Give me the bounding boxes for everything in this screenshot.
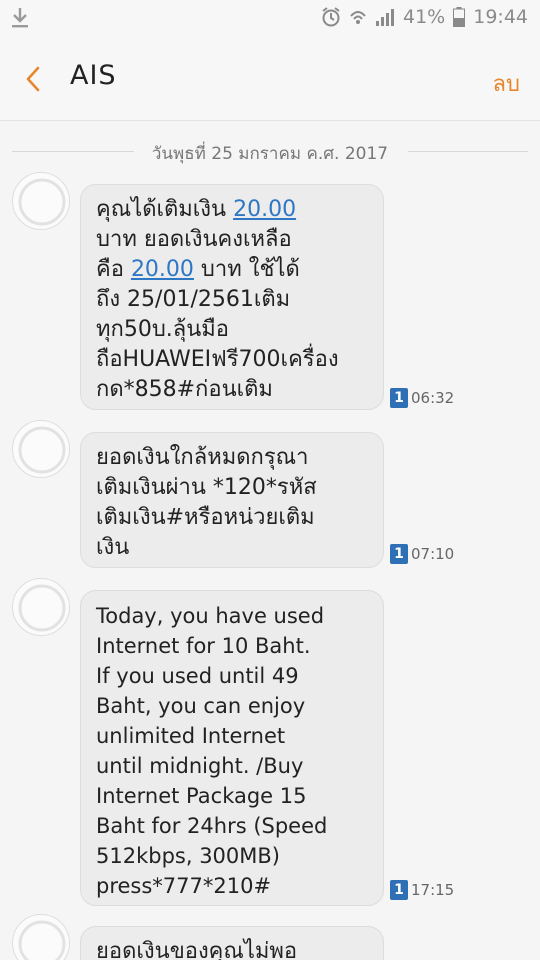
message-meta: 1 06:32 <box>390 388 454 408</box>
message-time: 07:10 <box>411 545 455 563</box>
message-bubble[interactable]: Today, you have used Internet for 10 Bah… <box>80 590 384 906</box>
sim-badge: 1 <box>390 544 408 564</box>
sim-badge: 1 <box>390 388 408 408</box>
app-bar: AIS ลบ <box>0 38 540 121</box>
avatar-icon[interactable] <box>12 172 70 230</box>
wifi-icon <box>349 7 367 27</box>
message-bubble[interactable]: ยอดเงินใกล้หมดกรุณา เติมเงินผ่าน *120*รห… <box>80 432 384 568</box>
sim-badge: 1 <box>390 880 408 900</box>
conversation-title: AIS <box>70 60 117 91</box>
amount-link[interactable]: 20.00 <box>233 197 296 222</box>
message-time: 17:15 <box>411 881 455 899</box>
date-label: วันพุธที่ 25 มกราคม ค.ศ. 2017 <box>151 144 389 164</box>
avatar-icon[interactable] <box>12 420 70 478</box>
amount-link[interactable]: 20.00 <box>131 257 194 282</box>
message-text: คุณได้เติมเงิน <box>96 197 234 222</box>
message-meta: 1 17:15 <box>390 880 454 900</box>
download-icon <box>10 6 30 30</box>
status-bar: 41% 19:44 <box>0 0 540 38</box>
clock: 19:44 <box>473 6 528 28</box>
date-divider: วันพุธที่ 25 มกราคม ค.ศ. 2017 <box>12 138 528 166</box>
message-bubble[interactable]: คุณได้เติมเงิน 20.00 บาท ยอดเงินคงเหลือ … <box>80 184 384 410</box>
message-meta: 1 07:10 <box>390 544 454 564</box>
delete-button[interactable]: ลบ <box>493 66 520 101</box>
battery-icon <box>453 7 466 27</box>
back-icon[interactable] <box>18 60 54 98</box>
avatar-icon[interactable] <box>12 578 70 636</box>
avatar-icon[interactable] <box>12 914 70 960</box>
message-bubble[interactable]: ยอดเงินของคุณไม่พอ <box>80 926 384 960</box>
battery-percent: 41% <box>403 6 446 28</box>
message-time: 06:32 <box>411 389 455 407</box>
message-item: ยอดเงินของคุณไม่พอ <box>0 914 540 960</box>
alarm-icon <box>321 6 341 28</box>
signal-icon <box>375 7 395 27</box>
